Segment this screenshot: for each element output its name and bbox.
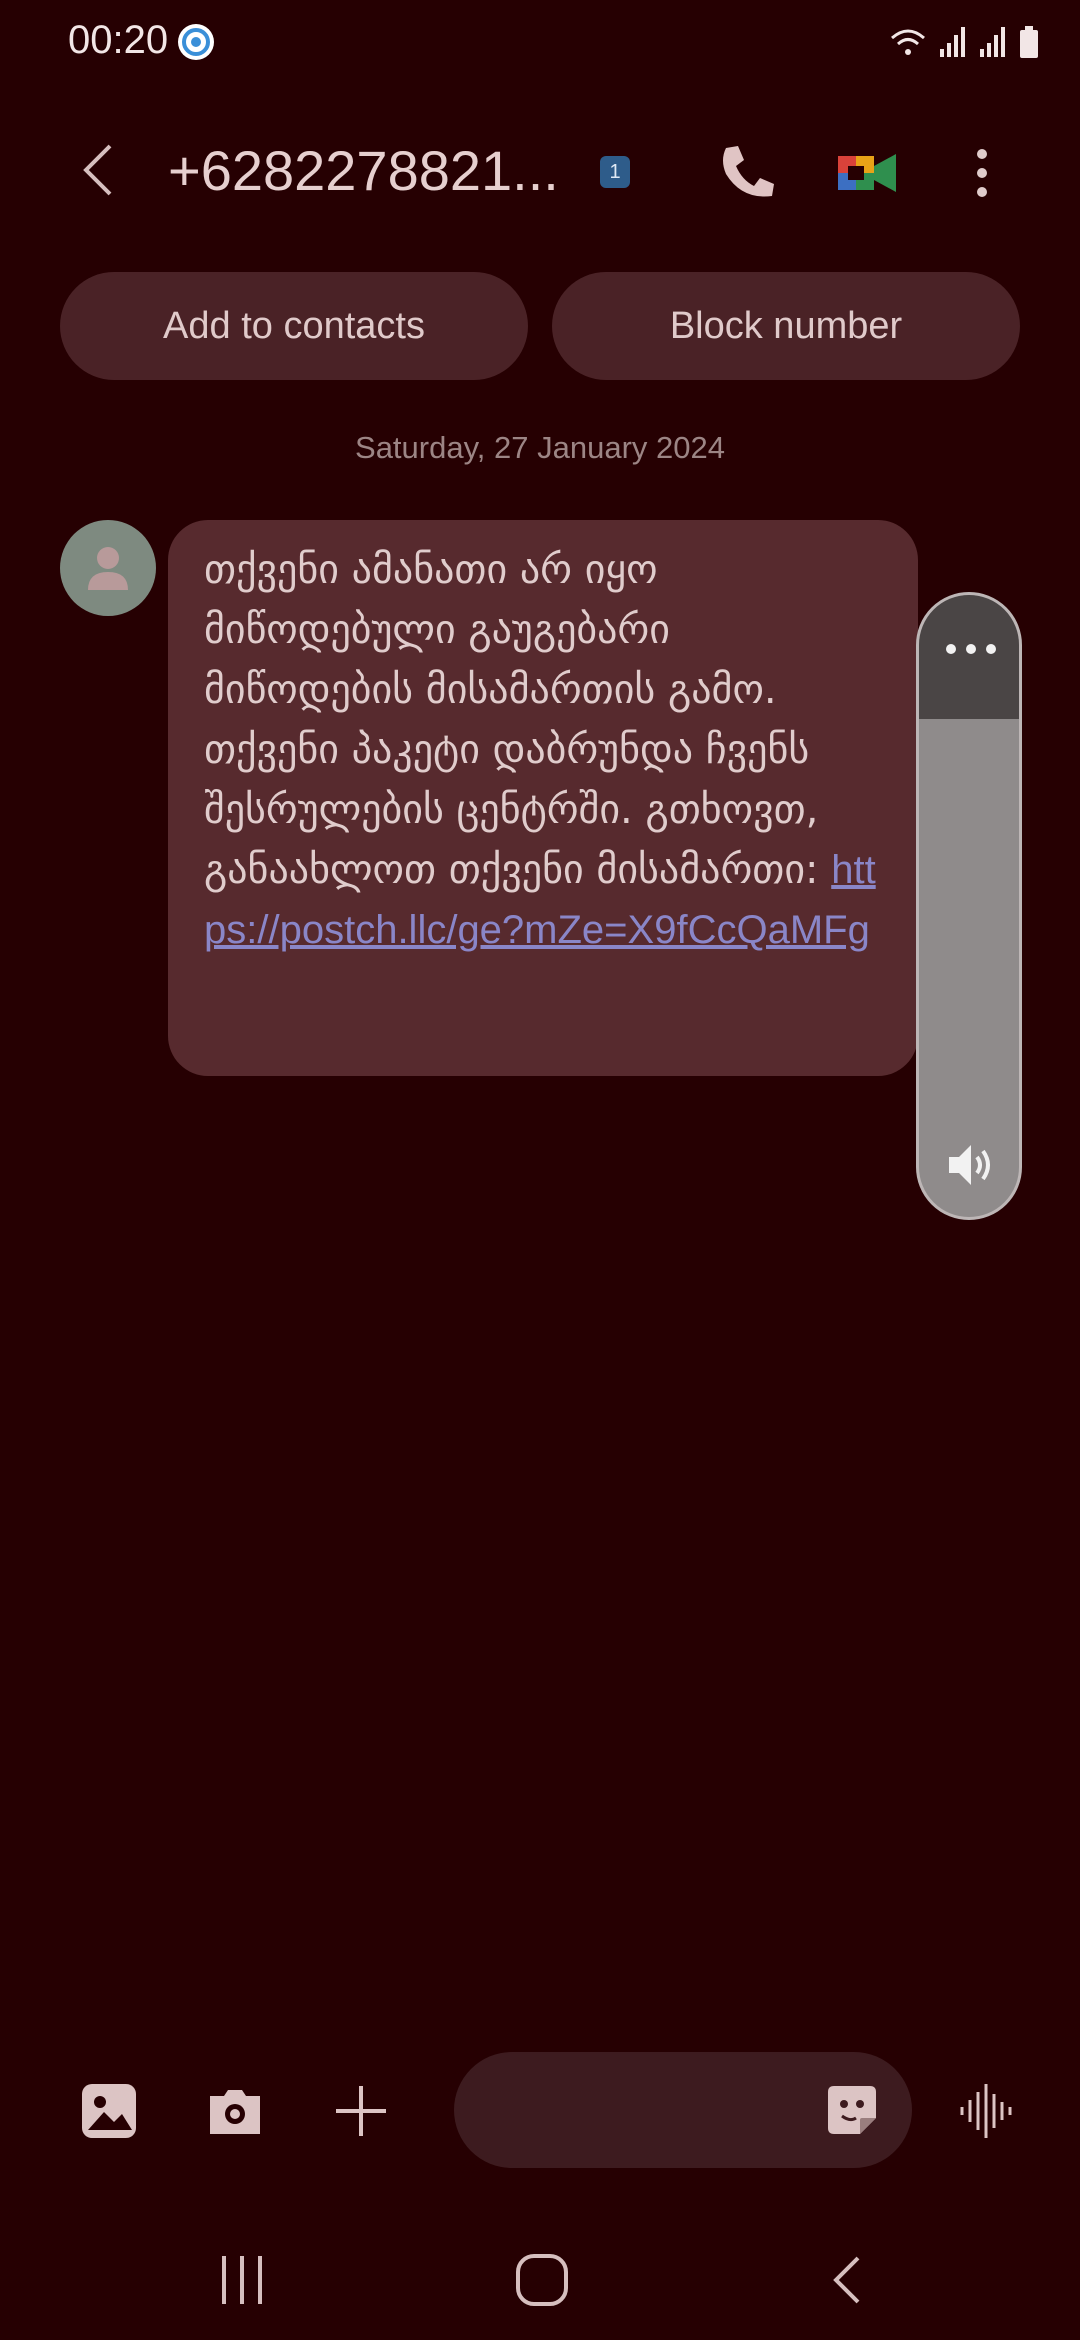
volume-panel[interactable]: [916, 592, 1022, 1220]
recents-icon[interactable]: [212, 2250, 272, 2310]
signal-icon: [940, 27, 965, 57]
gallery-icon[interactable]: [78, 2080, 140, 2142]
more-vertical-icon[interactable]: [960, 138, 1004, 208]
speaker-icon[interactable]: [943, 1137, 999, 1193]
message-input[interactable]: [454, 2052, 912, 2168]
plus-icon[interactable]: [330, 2080, 392, 2142]
add-to-contacts-button[interactable]: Add to contacts: [60, 272, 528, 380]
home-icon[interactable]: [512, 2250, 572, 2310]
wifi-icon: [891, 29, 925, 55]
sim-badge: 1: [600, 156, 630, 188]
aperture-icon: [178, 24, 214, 60]
person-icon: [88, 547, 128, 590]
contact-title[interactable]: +6282278821...: [168, 138, 559, 203]
block-number-button[interactable]: Block number: [552, 272, 1020, 380]
avatar[interactable]: [60, 520, 156, 616]
voice-icon[interactable]: [956, 2080, 1018, 2142]
message-text: თქვენი ამანათი არ იყო მიწოდებული გაუგება…: [204, 547, 832, 893]
sticker-icon[interactable]: [822, 2080, 882, 2140]
message-composer: [0, 2040, 1080, 2180]
battery-icon: [1020, 26, 1038, 58]
conversation-header: +6282278821... 1: [0, 120, 1080, 220]
back-arrow-icon[interactable]: [72, 140, 132, 200]
signal-icon: [980, 27, 1005, 57]
volume-panel-header: [919, 595, 1019, 719]
navigation-bar: [0, 2220, 1080, 2340]
message-bubble[interactable]: თქვენი ამანათი არ იყო მიწოდებული გაუგება…: [168, 520, 918, 1076]
back-icon[interactable]: [818, 2250, 878, 2310]
status-icons: [888, 22, 1040, 62]
more-horizontal-icon[interactable]: [941, 639, 1001, 659]
status-time: 00:20: [68, 18, 169, 62]
date-separator: Saturday, 27 January 2024: [355, 430, 725, 465]
video-call-icon[interactable]: [832, 138, 902, 208]
message-text-container: თქვენი ამანათი არ იყო მიწოდებული გაუგება…: [204, 540, 888, 960]
phone-icon[interactable]: [712, 138, 782, 208]
status-bar: 00:20: [0, 0, 1080, 84]
camera-icon[interactable]: [204, 2080, 266, 2142]
